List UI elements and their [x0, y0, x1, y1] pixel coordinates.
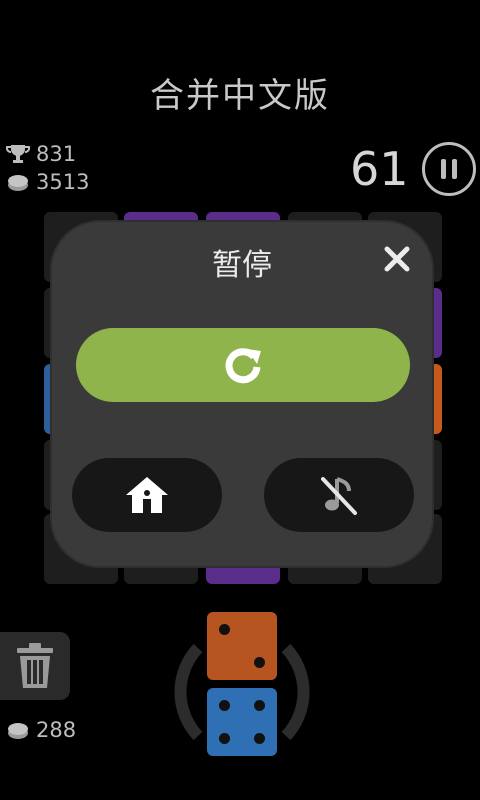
close-icon: [384, 246, 410, 272]
app-title: 合并中文版: [150, 76, 330, 116]
die-blue[interactable]: [207, 688, 277, 756]
trash-icon: [17, 643, 53, 688]
trash-cost-value: 288: [36, 718, 77, 742]
restart-icon: [225, 348, 261, 384]
die-pip: [254, 657, 265, 668]
close-button[interactable]: [382, 244, 412, 274]
best-score-value: 831: [36, 142, 77, 166]
die-pip: [254, 700, 265, 711]
trophy-icon: [6, 145, 30, 163]
home-button[interactable]: [72, 458, 222, 532]
die-orange[interactable]: [207, 612, 277, 680]
trash-cost: 288: [6, 718, 76, 742]
die-pip: [219, 733, 230, 744]
pause-icon: [441, 159, 446, 179]
coin-balance-value: 3513: [36, 170, 90, 194]
die-pip: [219, 700, 230, 711]
sound-toggle-button[interactable]: [264, 458, 414, 532]
pause-dialog: 暂停: [52, 222, 432, 566]
die-pip: [219, 624, 230, 635]
pause-icon-bar: [452, 159, 457, 179]
trash-button[interactable]: [0, 632, 70, 700]
coin-balance: 3513: [6, 170, 89, 194]
coins-icon: [8, 723, 28, 739]
music-muted-icon: [321, 477, 357, 515]
dialog-title: 暂停: [212, 248, 272, 283]
pause-button[interactable]: [422, 142, 476, 196]
coins-icon: [8, 175, 28, 191]
die-pip: [254, 733, 265, 744]
restart-button[interactable]: [76, 328, 410, 402]
best-score: 831: [6, 142, 76, 166]
home-icon: [126, 477, 168, 513]
current-score: 61: [350, 142, 409, 196]
